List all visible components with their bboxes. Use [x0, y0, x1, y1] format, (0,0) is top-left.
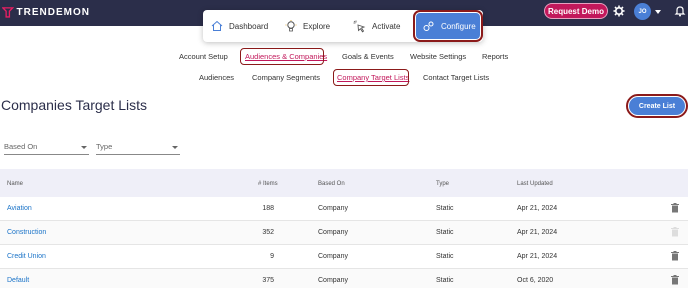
- page-title: Companies Target Lists: [1, 97, 148, 113]
- type-select-label: Type: [96, 142, 113, 151]
- subnav-company-segments[interactable]: Company Segments: [252, 73, 320, 82]
- row-last-updated: Apr 21, 2024: [517, 205, 558, 212]
- row-type: Static: [436, 277, 454, 284]
- brand-logo[interactable]: TRENDEMON: [0, 2, 90, 22]
- trendemon-logo-icon: [2, 7, 14, 18]
- table-header: Name # Items Based On Type Last Updated: [0, 169, 688, 197]
- subnav-website-settings[interactable]: Website Settings: [410, 52, 466, 61]
- nav-explore[interactable]: Explore: [285, 10, 330, 42]
- column-header-name[interactable]: Name: [7, 181, 23, 187]
- chevron-down-icon: [81, 146, 87, 149]
- home-icon: [211, 20, 223, 31]
- table-row[interactable]: Credit Union 9 Company Static Apr 21, 20…: [0, 245, 688, 269]
- nav-configure[interactable]: Configure: [413, 10, 483, 42]
- row-last-updated: Apr 21, 2024: [517, 229, 558, 236]
- column-header-last-updated[interactable]: Last Updated: [517, 181, 553, 187]
- user-avatar[interactable]: JO: [634, 3, 651, 20]
- request-demo-button[interactable]: Request Demo: [544, 3, 608, 19]
- subnav-account-setup[interactable]: Account Setup: [179, 52, 228, 61]
- row-type: Static: [436, 229, 454, 236]
- row-based-on: Company: [318, 229, 348, 236]
- row-last-updated: Oct 6, 2020: [517, 277, 554, 284]
- based-on-select[interactable]: Based On: [4, 142, 89, 155]
- subnav-goals-events[interactable]: Goals & Events: [342, 52, 394, 61]
- trash-icon[interactable]: [671, 251, 679, 261]
- nav-configure-label: Configure: [441, 21, 476, 31]
- trash-icon[interactable]: [671, 227, 679, 237]
- lightbulb-icon: [285, 19, 297, 31]
- nav-explore-label: Explore: [303, 21, 331, 31]
- row-items: 375: [262, 277, 274, 284]
- nav-activate-label: Activate: [372, 21, 401, 31]
- row-name-link[interactable]: Default: [7, 277, 29, 284]
- table-row[interactable]: Aviation 188 Company Static Apr 21, 2024: [0, 197, 688, 221]
- row-items: 188: [262, 205, 274, 212]
- bell-icon[interactable]: [674, 5, 686, 17]
- target-lists-table: Name # Items Based On Type Last Updated …: [0, 169, 688, 288]
- gear-icon[interactable]: [613, 5, 625, 17]
- column-header-type[interactable]: Type: [436, 181, 449, 187]
- chevron-down-icon[interactable]: [655, 10, 661, 14]
- gears-icon: [423, 21, 434, 31]
- row-type: Static: [436, 253, 454, 260]
- row-type: Static: [436, 205, 454, 212]
- subnav-audiences[interactable]: Audiences: [199, 73, 234, 82]
- row-based-on: Company: [318, 277, 348, 284]
- row-based-on: Company: [318, 253, 348, 260]
- create-list-button[interactable]: Create List: [626, 94, 688, 118]
- row-items: 352: [262, 229, 274, 236]
- column-header-based-on[interactable]: Based On: [318, 181, 345, 187]
- table-row[interactable]: Default 375 Company Static Oct 6, 2020: [0, 269, 688, 288]
- row-name-link[interactable]: Aviation: [7, 205, 32, 212]
- subnav-contact-target-lists[interactable]: Contact Target Lists: [423, 73, 489, 82]
- row-name-link[interactable]: Credit Union: [7, 253, 46, 260]
- nav-dashboard-label: Dashboard: [229, 21, 269, 31]
- subnav-row-primary: Account Setup Audiences & Companies Goal…: [0, 50, 688, 64]
- table-row[interactable]: Construction 352 Company Static Apr 21, …: [0, 221, 688, 245]
- chevron-down-icon: [172, 146, 178, 149]
- highlight-company-target-lists: [333, 69, 409, 86]
- nav-activate[interactable]: Activate: [353, 10, 400, 42]
- row-items: 9: [270, 253, 274, 260]
- trash-icon[interactable]: [671, 275, 679, 285]
- type-select[interactable]: Type: [96, 142, 180, 155]
- cursor-click-icon: [353, 20, 366, 32]
- brand-name: TRENDEMON: [16, 6, 90, 18]
- subnav-reports[interactable]: Reports: [482, 52, 508, 61]
- row-based-on: Company: [318, 205, 348, 212]
- row-name-link[interactable]: Construction: [7, 229, 46, 236]
- column-header-items[interactable]: # Items: [258, 181, 278, 187]
- row-last-updated: Apr 21, 2024: [517, 253, 558, 260]
- highlight-audiences-companies: [240, 48, 324, 65]
- trash-icon[interactable]: [671, 203, 679, 213]
- main-nav-menu: Dashboard Explore Activate Configure: [203, 10, 483, 42]
- nav-dashboard[interactable]: Dashboard: [211, 10, 268, 42]
- based-on-select-label: Based On: [4, 142, 38, 151]
